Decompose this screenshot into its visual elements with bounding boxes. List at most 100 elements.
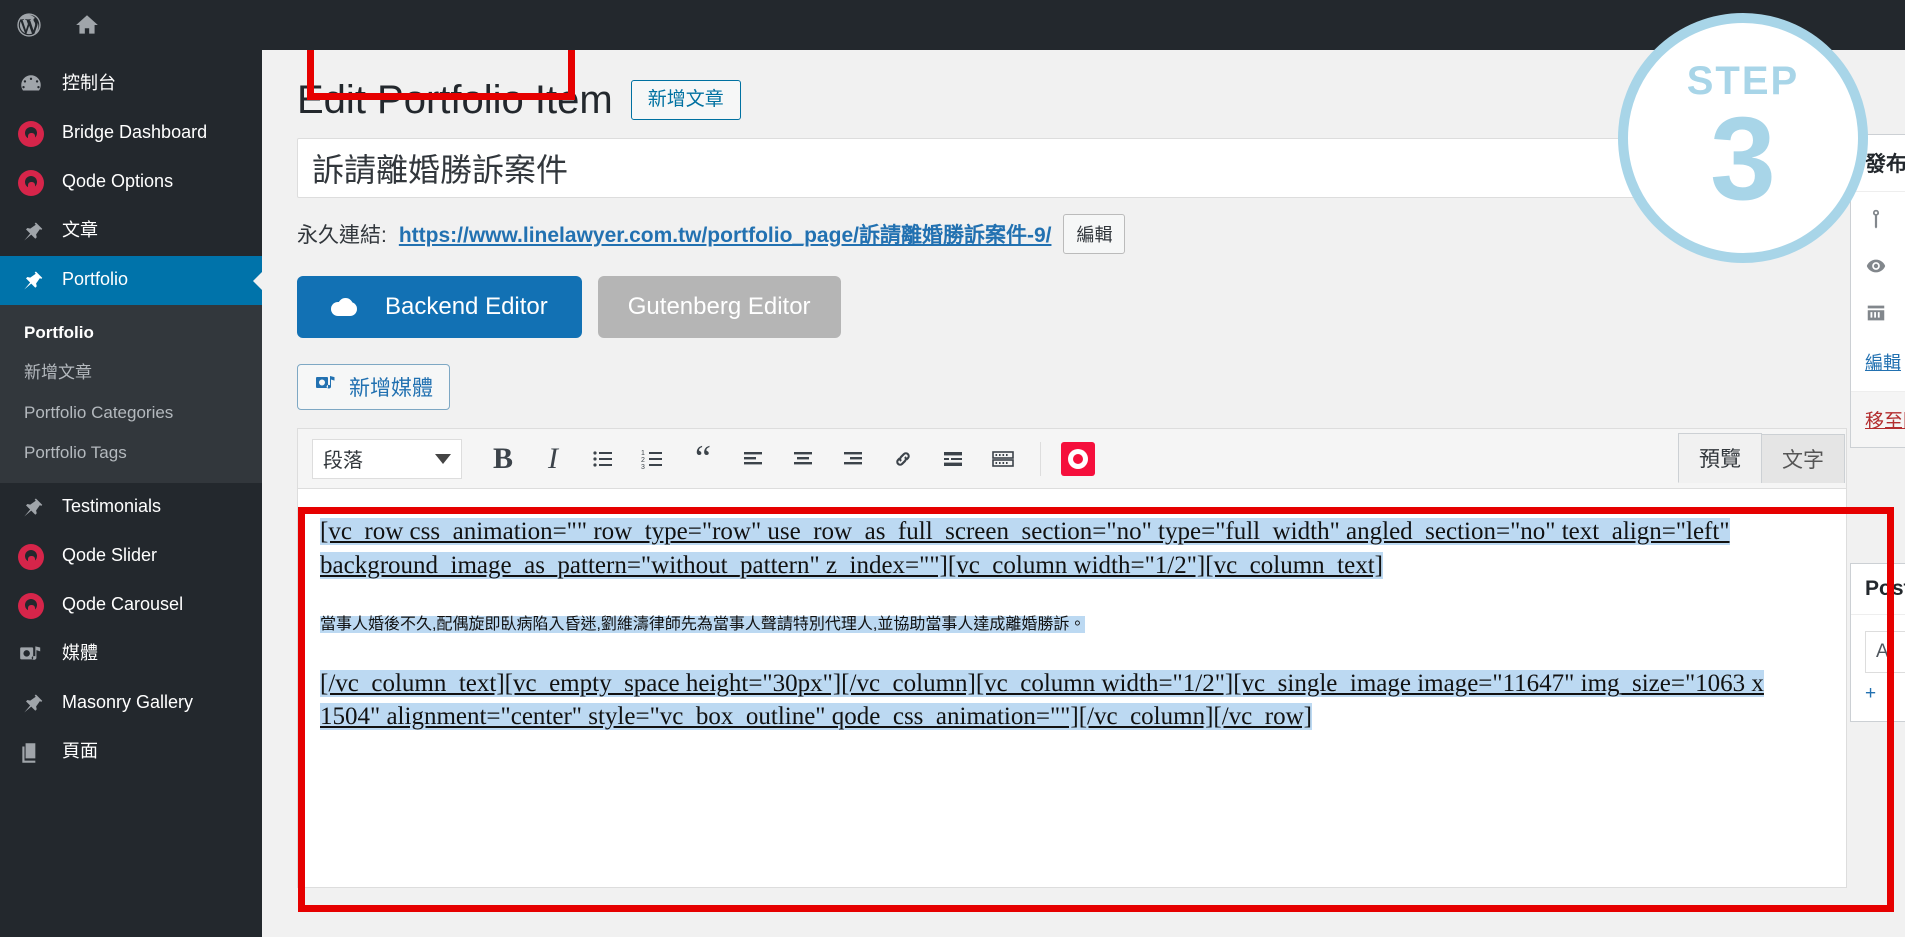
- sidebar-item-label: Masonry Gallery: [62, 692, 194, 713]
- eye-icon: [1865, 255, 1887, 282]
- sidebar-subitem-portfolio[interactable]: Portfolio: [0, 313, 262, 353]
- italic-icon[interactable]: I: [530, 436, 576, 482]
- bold-icon[interactable]: B: [480, 436, 526, 482]
- sidebar-item-label: Bridge Dashboard: [62, 122, 208, 142]
- sidebar-item-label: 控制台: [62, 73, 116, 93]
- backend-editor-button[interactable]: Backend Editor: [297, 276, 582, 338]
- pages-icon: [0, 739, 62, 766]
- sidebar-item-bridge-dashboard[interactable]: Bridge Dashboard: [0, 109, 262, 158]
- sidebar-subitem-portfolio-tags[interactable]: Portfolio Tags: [0, 433, 262, 473]
- sidebar-item-dashboard[interactable]: 控制台: [0, 60, 262, 109]
- publish-edit-link[interactable]: 編輯: [1865, 349, 1905, 375]
- wp-admin-screen: 控制台 Bridge Dashboard Qode Options 文章 Por…: [0, 0, 1905, 937]
- step-badge: STEP 3: [1618, 13, 1868, 263]
- post-metabox-title: Post: [1851, 564, 1905, 615]
- sidebar-item-label: Qode Carousel: [62, 594, 184, 615]
- editor-shortcode-text-1: [vc_row css_animation="" row_type="row" …: [320, 518, 1730, 579]
- numbered-list-icon[interactable]: 123: [630, 436, 676, 482]
- read-more-icon[interactable]: [930, 436, 976, 482]
- svg-text:3: 3: [641, 464, 645, 471]
- qode-circle-icon: [0, 592, 62, 620]
- svg-text:1: 1: [641, 450, 645, 457]
- editor-view-tabs: 預覽 文字: [1678, 433, 1845, 483]
- publish-status-row: [1865, 208, 1905, 235]
- home-icon[interactable]: [58, 0, 116, 50]
- align-right-icon[interactable]: [830, 436, 876, 482]
- wordpress-logo-icon[interactable]: [0, 0, 58, 50]
- editor-shortcode-block-1: [vc_row css_animation="" row_type="row" …: [320, 515, 1824, 583]
- post-metabox: Post A +: [1850, 563, 1905, 722]
- sidebar-item-media[interactable]: 媒體: [0, 630, 262, 679]
- add-new-post-button[interactable]: 新增文章: [630, 79, 741, 121]
- bulleted-list-icon[interactable]: [580, 436, 626, 482]
- sidebar-item-label: Testimonials: [62, 496, 162, 517]
- sidebar-item-label: 媒體: [62, 643, 98, 664]
- editor-chinese-text: 當事人婚後不久,配偶旋即臥病陷入昏迷,劉維濤律師先為當事人聲請特別代理人,並協助…: [320, 615, 1086, 633]
- chevron-down-icon: [435, 453, 451, 464]
- qode-circle-icon: [0, 543, 62, 571]
- publish-metabox-body: 編輯: [1851, 192, 1905, 391]
- page-title: Edit Portfolio Item: [297, 78, 613, 122]
- gutenberg-editor-button[interactable]: Gutenberg Editor: [597, 276, 841, 338]
- sidebar-item-testimonials[interactable]: Testimonials: [0, 483, 262, 532]
- add-media-button[interactable]: 新增媒體: [297, 364, 450, 410]
- blockquote-icon[interactable]: “: [680, 436, 726, 482]
- sidebar-subitem-portfolio-categories[interactable]: Portfolio Categories: [0, 393, 262, 433]
- sidebar-item-qode-options[interactable]: Qode Options: [0, 158, 262, 207]
- dashboard-icon: [0, 71, 62, 98]
- sidebar-item-qode-carousel[interactable]: Qode Carousel: [0, 581, 262, 630]
- sidebar-submenu-portfolio: Portfolio 新增文章 Portfolio Categories Port…: [0, 305, 262, 484]
- sidebar-item-pages[interactable]: 頁面: [0, 728, 262, 777]
- publish-metabox-footer: 移至回收桶: [1851, 391, 1905, 447]
- step-badge-number: 3: [1710, 92, 1776, 225]
- cloud-icon: [331, 298, 357, 316]
- paragraph-format-select[interactable]: 段落: [312, 438, 462, 479]
- add-media-label: 新增媒體: [349, 377, 433, 400]
- pin-icon: [0, 494, 62, 521]
- permalink-edit-button[interactable]: 編輯: [1063, 214, 1126, 254]
- menu-spacer: [0, 50, 262, 60]
- align-left-icon[interactable]: [730, 436, 776, 482]
- qode-circle-icon: [0, 169, 62, 196]
- add-media-icon: [314, 372, 338, 402]
- editor-switch-group: Backend Editor Gutenberg Editor: [297, 276, 1905, 338]
- publish-schedule-row: [1865, 302, 1905, 329]
- pin-icon: [0, 690, 62, 717]
- paragraph-format-value: 段落: [323, 450, 363, 472]
- editor-shortcode-text-2: [/vc_column_text][vc_empty_space height=…: [320, 669, 1764, 731]
- sidebar-subitem-add-new[interactable]: 新增文章: [0, 353, 262, 393]
- sidebar-item-label: 頁面: [62, 741, 98, 762]
- calendar-icon: [1865, 302, 1887, 329]
- sidebar-item-label: 文章: [62, 220, 98, 240]
- align-center-icon[interactable]: [780, 436, 826, 482]
- insert-link-icon[interactable]: [880, 436, 926, 482]
- tab-text[interactable]: 文字: [1761, 434, 1845, 483]
- editor-chinese-paragraph: 當事人婚後不久,配偶旋即臥病陷入昏迷,劉維濤律師先為當事人聲請特別代理人,並協助…: [320, 613, 1824, 637]
- move-to-trash-link[interactable]: 移至回收桶: [1865, 411, 1905, 432]
- permalink-url-link[interactable]: https://www.linelawyer.com.tw/portfolio_…: [399, 219, 1052, 249]
- sidebar-item-posts[interactable]: 文章: [0, 207, 262, 256]
- sidebar-item-masonry-gallery[interactable]: Masonry Gallery: [0, 679, 262, 728]
- editor-toolbar: 段落 B I 123 “: [297, 428, 1847, 488]
- editor-content-area[interactable]: [vc_row css_animation="" row_type="row" …: [297, 488, 1847, 888]
- sidebar-item-label: Qode Slider: [62, 545, 158, 566]
- post-metabox-field[interactable]: A: [1865, 631, 1905, 673]
- sidebar-item-label: Qode Options: [62, 171, 174, 191]
- pin-icon: [0, 267, 62, 294]
- toolbar-toggle-icon[interactable]: [980, 436, 1026, 482]
- sidebar-item-portfolio[interactable]: Portfolio: [0, 256, 262, 305]
- media-icon: [0, 641, 62, 668]
- add-media-row: 新增媒體: [297, 364, 1905, 410]
- svg-text:2: 2: [641, 457, 645, 464]
- sidebar-item-label: Portfolio: [62, 269, 129, 289]
- permalink-label: 永久連結:: [297, 224, 387, 247]
- admin-sidebar-menu: 控制台 Bridge Dashboard Qode Options 文章 Por…: [0, 50, 262, 937]
- tab-visual[interactable]: 預覽: [1678, 433, 1762, 483]
- post-metabox-add-button[interactable]: +: [1865, 683, 1905, 705]
- post-metabox-body: A +: [1851, 615, 1905, 721]
- post-title-input[interactable]: [297, 138, 1847, 198]
- toolbar-divider: [1040, 441, 1041, 476]
- backend-editor-label: Backend Editor: [385, 293, 548, 320]
- sidebar-item-qode-slider[interactable]: Qode Slider: [0, 532, 262, 581]
- qode-shortcodes-icon[interactable]: [1055, 436, 1101, 482]
